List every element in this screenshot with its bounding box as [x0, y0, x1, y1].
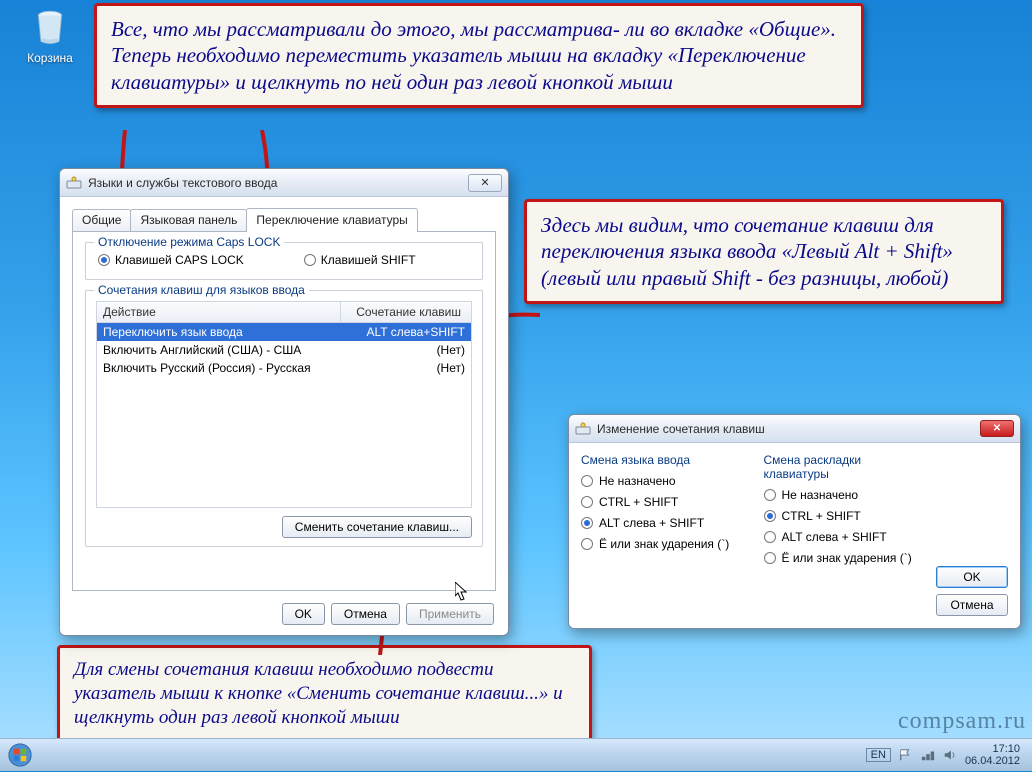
hotkeys-header: Действие Сочетание клавиш [96, 301, 472, 323]
radio-right-ctrlshift[interactable]: CTRL + SHIFT [764, 509, 929, 523]
dialog-text-services: Языки и службы текстового ввода ✕ Общие … [59, 168, 509, 636]
start-button[interactable] [0, 739, 40, 772]
dialog1-footer: OK Отмена Применить [276, 603, 494, 625]
col-keys: Сочетание клавиш [341, 302, 471, 322]
list-item[interactable]: Переключить язык вводаALT слева+SHIFT [97, 323, 471, 341]
recycle-bin-label: Корзина [27, 51, 73, 65]
radio-icon [581, 517, 593, 529]
col-input-language-title: Смена языка ввода [581, 453, 746, 467]
recycle-bin[interactable]: Корзина [20, 8, 80, 65]
radio-left-ctrlshift[interactable]: CTRL + SHIFT [581, 495, 746, 509]
change-hotkey-button[interactable]: Сменить сочетание клавиш... [282, 516, 472, 538]
radio-icon [581, 496, 593, 508]
callout-bottom: Для смены сочетания клавиш необходимо по… [57, 645, 592, 742]
clock-date: 06.04.2012 [965, 755, 1020, 767]
hotkeys-list[interactable]: Переключить язык вводаALT слева+SHIFT Вк… [96, 323, 472, 508]
callout-right: Здесь мы видим, что сочетание клавиш для… [524, 199, 1004, 304]
col-keyboard-layout: Смена раскладки клавиатуры Не назначено … [764, 451, 1009, 572]
group-capslock: Отключение режима Caps LOCK Клавишей CAP… [85, 242, 483, 280]
col-action: Действие [97, 302, 341, 322]
radio-left-altshift[interactable]: ALT слева + SHIFT [581, 516, 746, 530]
tab-strip: Общие Языковая панель Переключение клави… [72, 207, 496, 231]
radio-icon [304, 254, 316, 266]
language-indicator[interactable]: EN [866, 748, 891, 762]
dialog1-titlebar[interactable]: Языки и службы текстового ввода ✕ [60, 169, 508, 197]
close-icon: ✕ [480, 176, 489, 189]
radio-icon [581, 475, 593, 487]
radio-icon [764, 489, 776, 501]
keyboard-icon [575, 421, 591, 437]
radio-right-none[interactable]: Не назначено [764, 488, 929, 502]
radio-right-altshift[interactable]: ALT слева + SHIFT [764, 530, 929, 544]
radio-icon [98, 254, 110, 266]
group-capslock-title: Отключение режима Caps LOCK [94, 235, 284, 249]
dialog2-close-button[interactable]: ✕ [980, 420, 1014, 437]
tray-flag-icon[interactable] [899, 748, 913, 762]
taskbar: EN 17:10 06.04.2012 [0, 738, 1032, 771]
dialog2-ok-button[interactable]: OK [936, 566, 1008, 588]
radio-icon [764, 552, 776, 564]
dialog2-titlebar[interactable]: Изменение сочетания клавиш ✕ [569, 415, 1020, 443]
radio-icon [764, 510, 776, 522]
col-input-language: Смена языка ввода Не назначено CTRL + SH… [581, 451, 746, 572]
dialog-change-hotkey: Изменение сочетания клавиш ✕ Смена языка… [568, 414, 1021, 629]
apply-button[interactable]: Применить [406, 603, 494, 625]
radio-right-grave[interactable]: Ё или знак ударения (`) [764, 551, 929, 565]
close-icon: ✕ [993, 423, 1001, 434]
tray-network-icon[interactable] [921, 748, 935, 762]
callout-top: Все, что мы рассматривали до этого, мы р… [94, 3, 864, 108]
group-hotkeys-title: Сочетания клавиш для языков ввода [94, 283, 309, 297]
clock-time: 17:10 [965, 743, 1020, 755]
watermark: compsam.ru [898, 708, 1026, 735]
list-item[interactable]: Включить Русский (Россия) - Русская(Нет) [97, 359, 471, 377]
list-item[interactable]: Включить Английский (США) - США(Нет) [97, 341, 471, 359]
clock[interactable]: 17:10 06.04.2012 [965, 743, 1020, 767]
system-tray: EN 17:10 06.04.2012 [866, 743, 1032, 767]
keyboard-icon [66, 175, 82, 191]
radio-capslock-shift[interactable]: Клавишей SHIFT [304, 253, 416, 267]
radio-capslock-caps[interactable]: Клавишей CAPS LOCK [98, 253, 244, 267]
tab-general[interactable]: Общие [72, 209, 131, 231]
cancel-button[interactable]: Отмена [331, 603, 400, 625]
dialog2-cancel-button[interactable]: Отмена [936, 594, 1008, 616]
col-keyboard-layout-title: Смена раскладки клавиатуры [764, 453, 929, 481]
recycle-bin-icon [30, 8, 70, 48]
group-hotkeys: Сочетания клавиш для языков ввода Действ… [85, 290, 483, 547]
radio-left-none[interactable]: Не назначено [581, 474, 746, 488]
ok-button[interactable]: OK [282, 603, 325, 625]
tray-volume-icon[interactable] [943, 748, 957, 762]
tab-language-bar[interactable]: Языковая панель [130, 209, 247, 231]
windows-orb-icon [6, 741, 34, 769]
radio-left-grave[interactable]: Ё или знак ударения (`) [581, 537, 746, 551]
dialog2-title: Изменение сочетания клавиш [597, 422, 980, 436]
radio-icon [581, 538, 593, 550]
dialog1-title: Языки и службы текстового ввода [88, 176, 468, 190]
tab-keyboard-switch[interactable]: Переключение клавиатуры [246, 208, 417, 232]
radio-icon [764, 531, 776, 543]
dialog1-close-button[interactable]: ✕ [468, 174, 502, 192]
